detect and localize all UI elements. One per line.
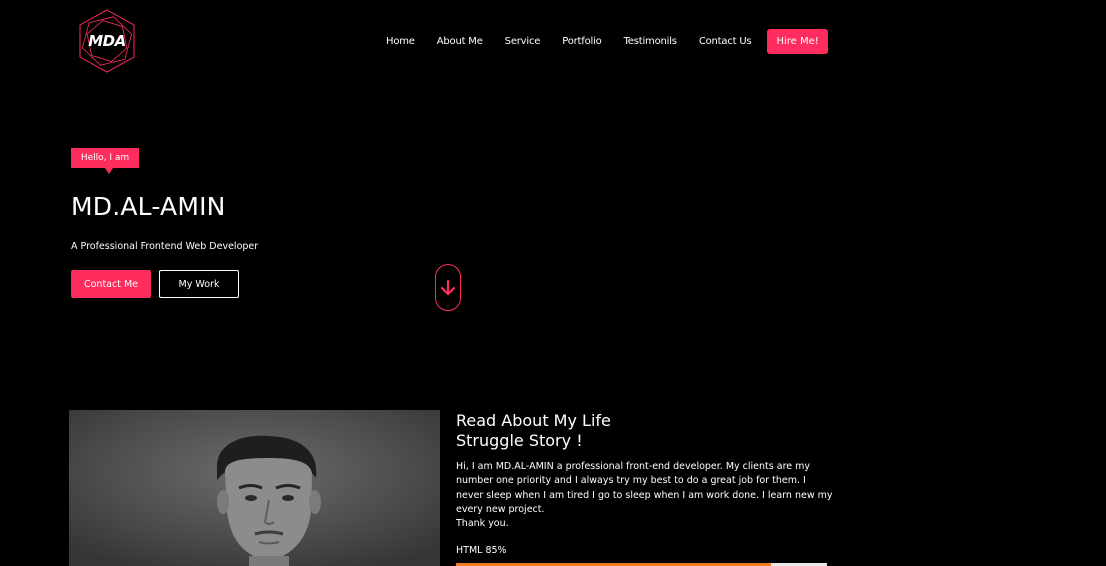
nav-portfolio[interactable]: Portfolio bbox=[562, 36, 602, 47]
portrait-image bbox=[69, 410, 440, 566]
nav-service[interactable]: Service bbox=[505, 36, 541, 47]
profile-photo bbox=[69, 410, 440, 566]
nav-about-me[interactable]: About Me bbox=[437, 36, 483, 47]
portfolio-page: MDA Home About Me Service Portfolio Test… bbox=[0, 0, 1106, 566]
scroll-down-button[interactable] bbox=[435, 264, 461, 311]
hero-subtitle: A Professional Frontend Web Developer bbox=[71, 241, 259, 252]
about-title-line2: Struggle Story ! bbox=[456, 431, 583, 450]
logo-text: MDA bbox=[88, 32, 126, 50]
skill-label-html: HTML 85% bbox=[456, 545, 507, 556]
about-thanks: Thank you. bbox=[456, 518, 509, 530]
about-text: Hi, I am MD.AL-AMIN a professional front… bbox=[456, 460, 836, 531]
site-logo[interactable]: MDA bbox=[76, 8, 138, 74]
about-paragraph: Hi, I am MD.AL-AMIN a professional front… bbox=[456, 461, 833, 515]
hero-name: MD.AL-AMIN bbox=[71, 192, 226, 221]
hello-badge: Hello, I am bbox=[71, 148, 139, 174]
arrow-down-icon bbox=[440, 279, 456, 295]
main-nav: Home About Me Service Portfolio Testimon… bbox=[378, 28, 828, 54]
hire-me-button[interactable]: Hire Me! bbox=[767, 28, 828, 54]
nav-home[interactable]: Home bbox=[386, 36, 415, 47]
nav-testimonials[interactable]: Testimonils bbox=[624, 36, 677, 47]
nav-contact-us[interactable]: Contact Us bbox=[699, 36, 752, 47]
about-title: Read About My Life Struggle Story ! bbox=[456, 411, 611, 451]
my-work-button[interactable]: My Work bbox=[159, 270, 239, 298]
about-title-line1: Read About My Life bbox=[456, 411, 611, 430]
contact-me-button[interactable]: Contact Me bbox=[71, 270, 151, 298]
